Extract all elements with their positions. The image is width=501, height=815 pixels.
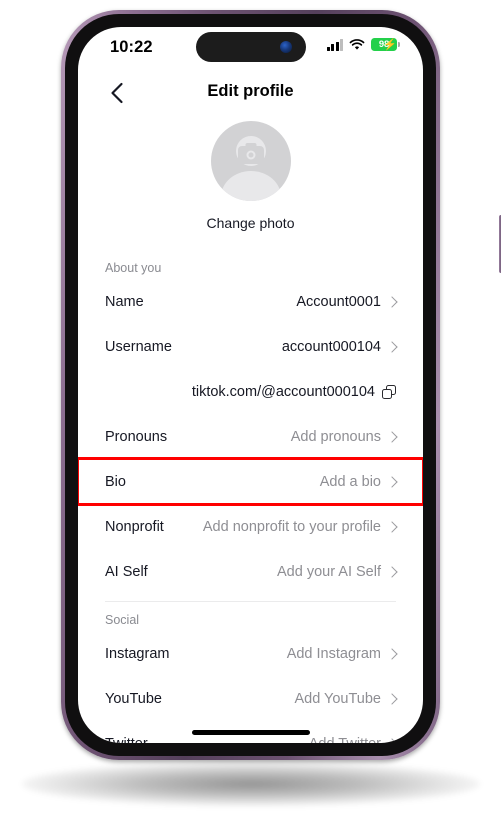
- row-value: Add pronouns: [290, 428, 381, 445]
- chevron-right-icon: [386, 520, 398, 533]
- phone-bezel: 10:22 98 ⚡ Edit profile Change photo Abo…: [65, 14, 436, 756]
- device-drop-shadow: [22, 762, 480, 806]
- row-label: Nonprofit: [105, 518, 164, 535]
- row-value: Add a bio: [319, 473, 381, 490]
- row-label: Username: [105, 338, 172, 355]
- section-header-about-you: About you: [105, 261, 162, 275]
- chevron-right-icon: [386, 692, 398, 705]
- row-accessory: tiktok.com/@account000104: [192, 384, 396, 400]
- row-value: Add Instagram: [286, 645, 381, 662]
- change-photo-button[interactable]: Change photo: [78, 215, 423, 231]
- row-value: account000104: [281, 338, 381, 355]
- profile-url-value: tiktok.com/@account000104: [191, 383, 375, 400]
- copy-icon[interactable]: [382, 384, 396, 399]
- row-accessory: Account0001: [296, 293, 398, 310]
- row-label: Twitter: [105, 736, 148, 744]
- row-label: Instagram: [105, 645, 170, 662]
- battery-icon: 98 ⚡: [371, 38, 400, 51]
- row-accessory: Add Instagram: [286, 645, 398, 662]
- status-bar: 10:22 98 ⚡: [78, 27, 423, 73]
- status-icons: 98 ⚡: [326, 38, 400, 51]
- wifi-icon: [349, 38, 365, 50]
- row-username[interactable]: Username account000104: [78, 324, 423, 369]
- profile-photo-block: Change photo: [78, 121, 423, 231]
- cellular-signal-icon: [326, 39, 343, 51]
- nav-header: Edit profile: [78, 73, 423, 111]
- phone-screen: 10:22 98 ⚡ Edit profile Change photo Abo…: [78, 27, 423, 743]
- row-pronouns[interactable]: Pronouns Add pronouns: [78, 414, 423, 459]
- row-value: Add your AI Self: [277, 563, 381, 580]
- chevron-right-icon: [386, 475, 398, 488]
- row-accessory: Add nonprofit to your profile: [202, 518, 398, 535]
- row-accessory: Add pronouns: [290, 428, 398, 445]
- row-accessory: Add YouTube: [294, 690, 398, 707]
- row-accessory: Add your AI Self: [277, 563, 398, 580]
- avatar-body-shape: [220, 171, 281, 201]
- row-label: Bio: [105, 473, 126, 490]
- chevron-right-icon: [386, 340, 398, 353]
- row-accessory: Add Twitter: [309, 736, 398, 744]
- chevron-right-icon: [386, 430, 398, 443]
- row-value: Add Twitter: [309, 736, 381, 744]
- row-ai-self[interactable]: AI Self Add your AI Self: [78, 549, 423, 594]
- status-time: 10:22: [110, 38, 153, 56]
- row-value: Account0001: [296, 293, 381, 310]
- dynamic-island: [195, 32, 306, 62]
- row-nonprofit[interactable]: Nonprofit Add nonprofit to your profile: [78, 504, 423, 549]
- row-label: YouTube: [105, 690, 162, 707]
- row-label: Name: [105, 293, 144, 310]
- battery-charging-icon: ⚡: [383, 38, 397, 51]
- row-bio[interactable]: Bio Add a bio: [78, 457, 423, 506]
- camera-icon: [237, 146, 264, 164]
- row-accessory: Add a bio: [319, 473, 398, 490]
- row-value: Add nonprofit to your profile: [202, 518, 381, 535]
- chevron-right-icon: [386, 565, 398, 578]
- front-camera-icon: [279, 41, 292, 53]
- chevron-right-icon: [386, 647, 398, 660]
- section-header-social: Social: [105, 613, 140, 627]
- row-label: Pronouns: [105, 428, 168, 445]
- section-divider: [105, 601, 396, 602]
- chevron-right-icon: [386, 737, 398, 743]
- row-youtube[interactable]: YouTube Add YouTube: [78, 676, 423, 721]
- chevron-right-icon: [386, 295, 398, 308]
- row-value: Add YouTube: [294, 690, 381, 707]
- home-indicator[interactable]: [191, 730, 310, 735]
- row-profile-url[interactable]: tiktok.com/@account000104: [78, 369, 423, 414]
- row-instagram[interactable]: Instagram Add Instagram: [78, 631, 423, 676]
- row-label: AI Self: [105, 563, 148, 580]
- row-accessory: account000104: [281, 338, 398, 355]
- page-title: Edit profile: [207, 82, 294, 100]
- row-name[interactable]: Name Account0001: [78, 279, 423, 324]
- settings-list: About you Name Account0001 Username acco…: [78, 252, 423, 743]
- avatar[interactable]: [210, 121, 291, 201]
- phone-device-frame: 10:22 98 ⚡ Edit profile Change photo Abo…: [61, 10, 501, 760]
